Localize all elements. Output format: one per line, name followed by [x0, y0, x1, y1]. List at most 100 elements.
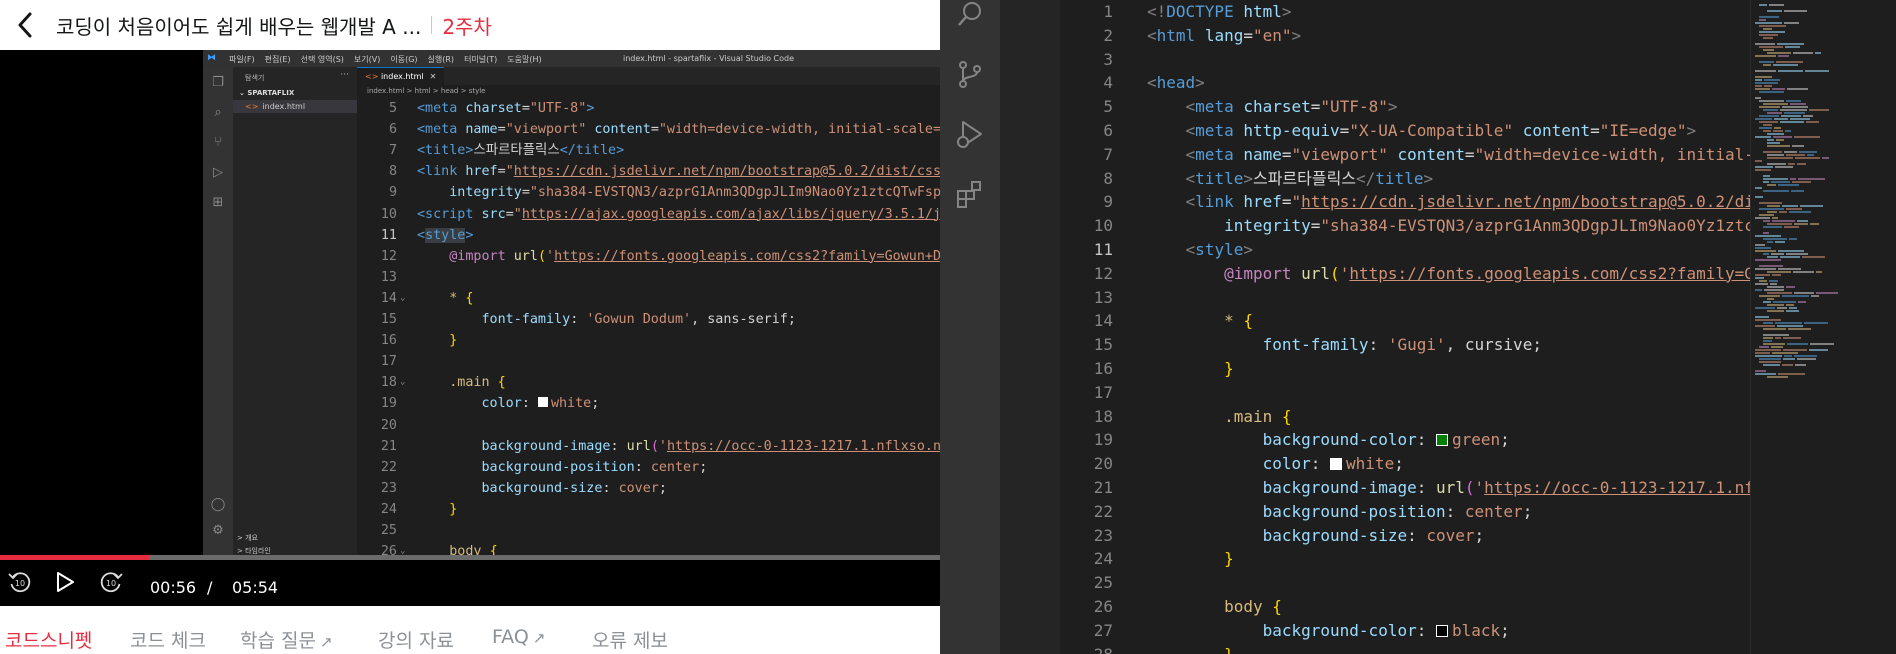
minimap-line — [1763, 109, 1778, 111]
tab-4[interactable]: 강의 자료 — [378, 626, 454, 653]
lecture-page: 코딩이 처음이어도 쉽게 배우는 웹개발 A ... 2주차 ⧓ 파일(F) 편집… — [0, 0, 940, 654]
line-number: 7 — [388, 143, 397, 159]
video-player[interactable]: ⧓ 파일(F) 편집(E) 선택 영역(S) 보기(V) 이동(G) 실행(R) 터미널(T… — [0, 50, 940, 606]
minimap-line — [1772, 88, 1785, 90]
line-number: 14 — [1093, 311, 1113, 331]
minimap-line — [1782, 106, 1808, 108]
code-area[interactable]: 1 <!DOCTYPE html> 2 <html lang="en"> 3 4 <head… — [1060, 0, 1750, 654]
minimap-line — [1786, 208, 1802, 210]
tab-3[interactable]: 학습 질문 ↗ — [240, 626, 333, 653]
line-number: 26 — [380, 544, 397, 555]
minimap-line — [1759, 91, 1784, 93]
minimap-line — [1755, 97, 1761, 99]
source-control-icon[interactable] — [950, 54, 990, 94]
minimap-line — [1755, 325, 1775, 327]
code-line: 16 } — [357, 330, 940, 351]
tab-1[interactable]: 코드스니펫 — [5, 626, 92, 653]
minimap-line — [1755, 373, 1776, 375]
minimap-line — [1810, 223, 1819, 225]
tab-5[interactable]: FAQ ↗ — [492, 626, 545, 648]
line-number: 19 — [380, 396, 397, 412]
play-button[interactable] — [50, 567, 80, 597]
extensions-icon[interactable] — [950, 174, 990, 214]
minimap-line — [1763, 232, 1769, 234]
mini-menu-item: 이동(G) — [390, 55, 418, 64]
minimap-line — [1759, 106, 1780, 108]
minimap-line — [1767, 271, 1791, 273]
line-number: 28 — [1060, 643, 1113, 654]
line-content: * { — [1224, 311, 1253, 331]
minimap-line — [1763, 178, 1788, 180]
editor[interactable]: 1 <!DOCTYPE html> 2 <html lang="en"> 3 4 <head… — [1060, 0, 1896, 654]
minimap-line — [1755, 355, 1782, 357]
search-icon[interactable] — [950, 0, 990, 34]
tab-6[interactable]: 오류 제보 — [592, 626, 668, 653]
run-debug-icon[interactable] — [950, 114, 990, 154]
minimap-line — [1783, 349, 1807, 351]
minimap-line — [1759, 61, 1774, 63]
line-number: 19 — [1093, 430, 1113, 450]
minimap-line — [1786, 253, 1808, 255]
code-line: 7 <title>스파르타플릭스</title> — [357, 140, 940, 161]
tab-2[interactable]: 코드 체크 — [130, 626, 206, 653]
minimap-line — [1780, 256, 1800, 258]
back-button[interactable] — [0, 10, 50, 40]
minimap-line — [1763, 301, 1771, 303]
minimap-line — [1755, 79, 1762, 81]
minimap-line — [1763, 103, 1788, 105]
outline-section: > 개요 — [237, 534, 258, 542]
code-line: 25 — [1060, 571, 1750, 595]
code-line: 26 body { — [1060, 595, 1750, 619]
line-number: 16 — [380, 333, 397, 349]
minimap-line — [1798, 178, 1825, 180]
run-debug-icon: ▷ — [213, 165, 223, 180]
minimap-line — [1769, 280, 1778, 282]
line-content: background-position: center; — [481, 459, 708, 475]
code-line: 5 <meta charset="UTF-8"> — [1060, 95, 1750, 119]
mini-menu-item: 터미널(T) — [464, 55, 498, 64]
minimap-line — [1759, 265, 1783, 267]
forward-10-button[interactable]: 10 — [96, 567, 126, 597]
file-name: index.html — [262, 102, 306, 111]
minimap-line — [1767, 139, 1774, 141]
mini-tab-label: index.html — [380, 72, 424, 81]
minimap-line — [1763, 364, 1780, 366]
minimap-line — [1786, 154, 1805, 156]
line-content: <meta charset="UTF-8"> — [1185, 97, 1398, 117]
minimap-line — [1772, 352, 1798, 354]
mini-window-title: index.html - spartaflix - Visual Studio … — [623, 54, 794, 63]
line-content: font-family: 'Gowun Dodum', sans-serif; — [481, 312, 796, 327]
line-content: <link href="https://cdn.jsdelivr.net/npm… — [417, 164, 940, 180]
line-number: 20 — [1093, 454, 1113, 474]
code-line: 1 <!DOCTYPE html> — [1060, 0, 1750, 24]
code-line: 25 — [357, 520, 940, 541]
mini-menu-item: 도움말(H) — [507, 55, 542, 64]
svg-text:10: 10 — [15, 579, 25, 588]
line-content: background-color: green; — [1262, 430, 1510, 450]
rewind-10-button[interactable]: 10 — [5, 567, 35, 597]
minimap-line — [1788, 328, 1811, 330]
line-content: @import url('https://fonts.googleapis.co… — [449, 248, 940, 264]
minimap-line — [1767, 154, 1784, 156]
minimap-line — [1767, 223, 1792, 225]
line-number: 18 — [1093, 406, 1113, 426]
line-number: 12 — [380, 248, 397, 264]
fold-icon: ⌄ — [400, 377, 406, 388]
minimap-line — [1785, 46, 1800, 48]
search-icon: ⌕ — [214, 105, 222, 120]
minimap-line — [1780, 121, 1804, 123]
code-line: 19 background-color: green; — [1060, 428, 1750, 452]
minimap-line — [1767, 256, 1778, 258]
code-line: 19 color: white; — [357, 393, 940, 414]
minimap-line — [1767, 310, 1784, 312]
minimap-line — [1797, 163, 1806, 165]
minimap-line — [1759, 127, 1772, 129]
line-content: background-color: black; — [1262, 620, 1510, 640]
line-number: 3 — [1103, 49, 1113, 69]
line-number: 5 — [388, 101, 397, 116]
minimap[interactable] — [1750, 0, 1896, 654]
rewind-icon: 10 — [8, 572, 31, 593]
vscode-window: 1 <!DOCTYPE html> 2 <html lang="en"> 3 4 <head… — [940, 0, 1896, 654]
account-icon: ◯ — [210, 497, 226, 512]
line-number: 24 — [380, 501, 397, 517]
